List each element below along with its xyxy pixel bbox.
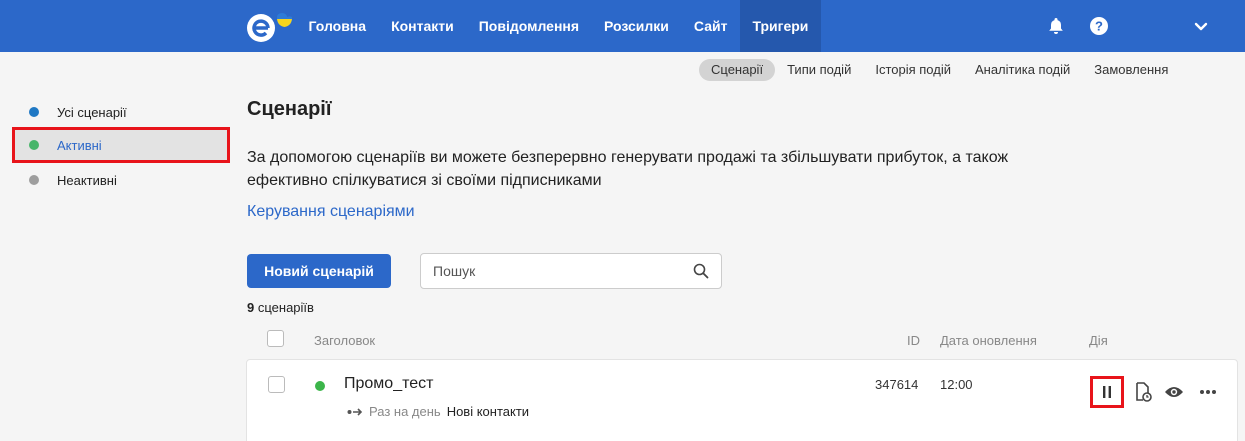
nav-messages[interactable]: Повідомлення <box>466 0 591 52</box>
history-icon[interactable] <box>1128 377 1158 407</box>
more-icon[interactable] <box>1193 377 1223 407</box>
scenario-id: 347614 <box>875 377 919 392</box>
select-all-checkbox[interactable] <box>267 330 284 347</box>
chevron-down-icon[interactable] <box>1189 14 1213 38</box>
pause-icon <box>1100 384 1114 400</box>
status-dot <box>29 140 39 150</box>
nav-site[interactable]: Сайт <box>681 0 740 52</box>
help-icon[interactable]: ? <box>1087 14 1111 38</box>
status-dot <box>29 175 39 185</box>
sidebar-item-active[interactable]: Активні <box>12 127 230 163</box>
search-box <box>420 253 722 289</box>
status-dot <box>315 381 325 391</box>
scenario-count-label: сценаріїв <box>257 300 314 315</box>
scenario-count-number: 9 <box>247 300 255 315</box>
tab-orders[interactable]: Замовлення <box>1082 59 1180 81</box>
search-icon[interactable] <box>693 263 709 279</box>
nav-campaigns[interactable]: Розсилки <box>592 0 682 52</box>
sub-tabs: Сценарії Типи подій Історія подій Аналіт… <box>699 59 1180 81</box>
sidebar-item-label: Усі сценарії <box>57 104 127 120</box>
header-updated[interactable]: Дата оновлення <box>940 333 1037 348</box>
tab-scenarios[interactable]: Сценарії <box>699 59 776 81</box>
pause-button[interactable] <box>1090 376 1124 408</box>
status-dot <box>29 107 39 117</box>
nav-home[interactable]: Головна <box>296 0 379 52</box>
manage-scenarios-link[interactable]: Керування сценаріями <box>247 203 415 221</box>
row-checkbox[interactable] <box>268 376 285 393</box>
arrow-icon <box>347 407 363 417</box>
new-scenario-button[interactable]: Новий сценарій <box>247 254 391 288</box>
scenario-updated: 12:00 <box>940 377 973 392</box>
main-nav: Головна Контакти Повідомлення Розсилки С… <box>296 0 821 52</box>
nav-contacts[interactable]: Контакти <box>379 0 467 52</box>
nav-triggers[interactable]: Тригери <box>739 0 821 52</box>
logo-icon[interactable] <box>244 8 294 44</box>
page-description: За допомогою сценаріїв ви можете безпере… <box>247 149 1009 189</box>
table-row: Промо_тест Раз на день Нові контакти 347… <box>246 359 1238 441</box>
sidebar-item-inactive[interactable]: Неактивні <box>12 164 230 196</box>
header-action: Дія <box>1089 333 1108 348</box>
sidebar-item-label: Неактивні <box>57 172 117 188</box>
svg-text:?: ? <box>1095 19 1103 34</box>
schedule-audience: Нові контакти <box>446 404 530 419</box>
scenario-schedule: Раз на день Нові контакти <box>347 404 529 419</box>
scenario-count: 9 сценаріїв <box>247 300 314 315</box>
tab-event-types[interactable]: Типи подій <box>775 59 863 81</box>
header-title[interactable]: Заголовок <box>314 333 375 348</box>
bell-icon[interactable] <box>1044 14 1068 38</box>
tab-event-history[interactable]: Історія подій <box>863 59 963 81</box>
schedule-frequency: Раз на день <box>369 404 441 419</box>
tab-event-analytics[interactable]: Аналітика подій <box>963 59 1082 81</box>
search-input[interactable] <box>433 262 683 280</box>
sidebar-item-label: Активні <box>57 137 102 153</box>
page-title: Сценарії <box>247 98 332 120</box>
top-navbar: Головна Контакти Повідомлення Розсилки С… <box>0 0 1245 52</box>
sidebar-item-all[interactable]: Усі сценарії <box>12 96 230 128</box>
scenario-name[interactable]: Промо_тест <box>344 375 433 393</box>
eye-icon[interactable] <box>1159 377 1189 407</box>
header-id[interactable]: ID <box>907 333 920 348</box>
